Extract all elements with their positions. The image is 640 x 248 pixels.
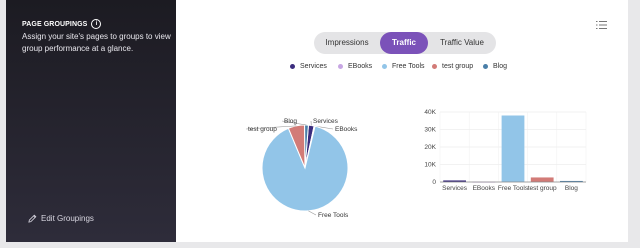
legend-label: test group [442,63,474,70]
legend-label: EBooks [348,63,373,70]
legend-label: Blog [493,63,508,70]
page-groupings-heading: PAGE GROUPINGS i [22,19,102,29]
tab-traffic[interactable]: Traffic [380,32,428,54]
list-menu-icon[interactable] [596,20,608,30]
legend-label: Services [300,63,327,70]
legend-dot [432,64,437,69]
metric-tabs: Impressions Traffic Traffic Value [314,32,496,54]
legend-item-blog[interactable]: Blog [483,63,507,70]
edit-groupings-link[interactable]: Edit Groupings [28,214,94,223]
legend-item-free-tools[interactable]: Free Tools [382,63,425,70]
legend-dot [483,64,488,69]
legend-dot [338,64,343,69]
legend-dot [290,64,295,69]
page-groupings-title: PAGE GROUPINGS [22,20,88,28]
page-groupings-panel: PAGE GROUPINGS i Assign your site's page… [6,0,176,242]
page-groupings-description: Assign your site's pages to groups to vi… [22,32,171,53]
legend-dot [382,64,387,69]
info-icon[interactable]: i [91,19,102,29]
pencil-icon [28,214,37,223]
legend-item-services[interactable]: Services [290,63,327,70]
tab-impressions[interactable]: Impressions [314,32,380,54]
legend-label: Free Tools [392,63,425,70]
tab-traffic-value[interactable]: Traffic Value [428,32,496,54]
legend-item-ebooks[interactable]: EBooks [338,63,372,70]
edit-groupings-label: Edit Groupings [41,214,94,223]
legend-item-test-group[interactable]: test group [432,63,473,70]
